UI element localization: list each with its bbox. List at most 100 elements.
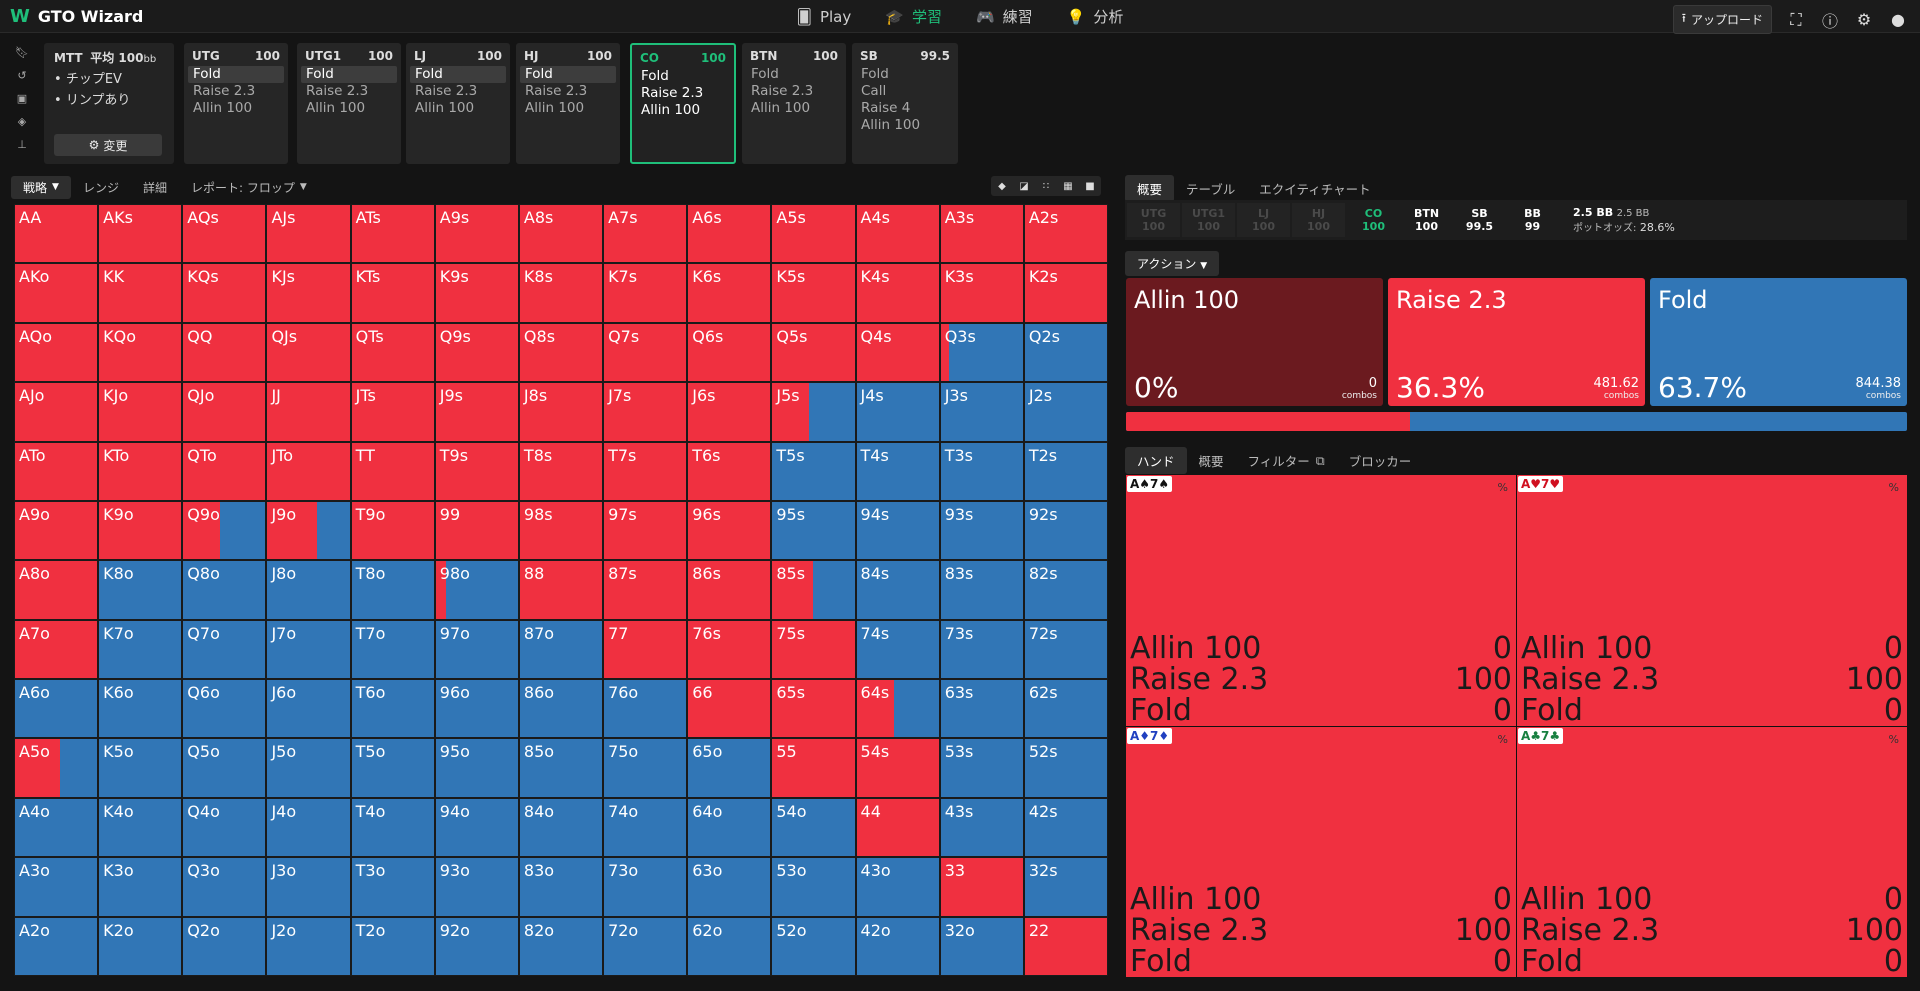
hand-cell[interactable]: 55 (771, 738, 856, 798)
hand-cell[interactable]: J8s (518, 382, 604, 442)
position-card-hj[interactable]: HJ 100 Fold Raise 2.3 Allin 100 (516, 43, 620, 164)
position-action[interactable]: Allin 100 (297, 100, 401, 117)
hand-cell[interactable]: K5o (98, 738, 183, 798)
hand-cell[interactable]: KTs (350, 263, 435, 323)
hand-cell[interactable]: AJo (14, 382, 99, 442)
hand-cell[interactable]: Q7s (603, 322, 688, 383)
position-card-lj[interactable]: LJ 100 Fold Raise 2.3 Allin 100 (406, 43, 510, 164)
hand-cell[interactable]: 98o (434, 560, 519, 620)
hand-cell[interactable]: 72o (603, 916, 688, 976)
hand-cell[interactable]: J7o (266, 619, 351, 680)
position-action[interactable]: Raise 2.3 (184, 83, 288, 100)
change-button[interactable]: ⚙ 変更 (54, 134, 162, 156)
hand-cell[interactable]: J5s (771, 382, 856, 442)
hand-cell[interactable]: 83s (939, 560, 1024, 620)
hand-cell[interactable]: A2s (1023, 204, 1108, 264)
hand-cell[interactable]: Q3s (939, 322, 1024, 383)
hand-cell[interactable]: TT (350, 441, 435, 501)
hand-cell[interactable]: 99 (434, 500, 519, 561)
hand-cell[interactable]: Q6o (182, 679, 267, 739)
hand-cell[interactable]: 74s (855, 619, 940, 680)
hand-cell[interactable]: 22 (1023, 916, 1108, 976)
hand-cell[interactable]: KK (98, 263, 183, 323)
hand-cell[interactable]: 62o (687, 916, 772, 976)
hand-cell[interactable]: A3o (14, 857, 99, 917)
hand-cell[interactable]: Q6s (687, 322, 772, 383)
hand-cell[interactable]: JJ (266, 382, 351, 442)
hand-cell[interactable]: 93o (434, 857, 519, 917)
position-action[interactable]: Allin 100 (632, 102, 734, 119)
position-action[interactable]: Allin 100 (406, 100, 510, 117)
app-logo[interactable]: W GTO Wizard (10, 6, 143, 27)
bookmark-icon[interactable]: 🔖︎ (15, 46, 29, 63)
tab-hand-overview[interactable]: 概要 (1187, 447, 1236, 474)
position-action[interactable]: Fold (852, 66, 958, 83)
hand-cell[interactable]: 86o (518, 679, 604, 739)
hand-cell[interactable]: T6s (687, 441, 772, 501)
hand-cell[interactable]: ATs (350, 204, 435, 264)
hand-cell[interactable]: AKo (14, 263, 99, 323)
account-icon[interactable]: ● (1888, 10, 1908, 30)
hand-cell[interactable]: J7s (603, 382, 688, 442)
tab-table[interactable]: テーブル (1174, 175, 1247, 202)
action-dropdown[interactable]: アクション ▼ (1125, 251, 1220, 276)
position-action[interactable]: Raise 2.3 (406, 83, 510, 100)
single-view-icon[interactable]: ■ (1079, 176, 1101, 196)
hand-cell[interactable]: KTo (98, 441, 183, 501)
hand-cell[interactable]: J4s (855, 382, 940, 442)
hand-cell[interactable]: Q3o (182, 857, 267, 917)
hand-cell[interactable]: 92s (1023, 500, 1108, 561)
hand-cell[interactable]: QTs (350, 322, 435, 383)
hand-cell[interactable]: QTo (182, 441, 267, 501)
hand-cell[interactable]: A4s (855, 204, 940, 264)
hand-cell[interactable]: K8s (518, 263, 604, 323)
nav-item-0[interactable]: 🂠 Play (797, 0, 852, 33)
hand-cell[interactable]: 85o (518, 738, 604, 798)
action-box-2[interactable]: Fold 63.7% 844.38 combos (1650, 278, 1907, 406)
hand-cell[interactable]: Q8o (182, 560, 267, 620)
hand-cell[interactable]: Q9s (434, 322, 519, 383)
hand-cell[interactable]: 73s (939, 619, 1024, 680)
hand-cell[interactable]: K4s (855, 263, 940, 323)
hand-cell[interactable]: Q4o (182, 797, 267, 858)
hand-cell[interactable]: 52o (771, 916, 856, 976)
hand-cell[interactable]: T4s (855, 441, 940, 501)
hand-cell[interactable]: 54s (855, 738, 940, 798)
hand-cell[interactable]: KJo (98, 382, 183, 442)
hand-cell[interactable]: A5s (771, 204, 856, 264)
hand-cell[interactable]: A2o (14, 916, 99, 976)
position-action[interactable]: Raise 2.3 (742, 83, 846, 100)
small-grid-icon[interactable]: ∷ (1035, 176, 1057, 196)
hand-cell[interactable]: KJs (266, 263, 351, 323)
hand-cell[interactable]: A7o (14, 619, 99, 680)
hand-cell[interactable]: 96s (687, 500, 772, 561)
hand-cell[interactable]: T3s (939, 441, 1024, 501)
hand-cell[interactable]: A7s (603, 204, 688, 264)
hand-cell[interactable]: A9o (14, 500, 99, 561)
tab-filter[interactable]: フィルター ⧉ (1236, 447, 1337, 474)
position-action[interactable]: Allin 100 (516, 100, 620, 117)
screenshot-icon[interactable]: ⛶ (1786, 10, 1806, 30)
hand-cell[interactable]: AQs (182, 204, 267, 264)
position-card-co[interactable]: CO 100 Fold Raise 2.3 Allin 100 (630, 43, 736, 164)
hand-cell[interactable]: T7s (603, 441, 688, 501)
hand-cell[interactable]: JTs (350, 382, 435, 442)
hand-cell[interactable]: A3s (939, 204, 1024, 264)
hand-cell[interactable]: AKs (98, 204, 183, 264)
hand-cell[interactable]: AJs (266, 204, 351, 264)
hand-cell[interactable]: 64o (687, 797, 772, 858)
position-card-utg[interactable]: UTG 100 Fold Raise 2.3 Allin 100 (184, 43, 288, 164)
hand-cell[interactable]: Q4s (855, 322, 940, 383)
hand-cell[interactable]: 75o (603, 738, 688, 798)
gamepad-icon[interactable]: ◈ (18, 115, 26, 132)
hand-cell[interactable]: K9s (434, 263, 519, 323)
hand-combo-card[interactable]: A♦7♦% Allin 100 0 Raise 2.3 100 Fold 0 (1126, 726, 1516, 977)
hand-cell[interactable]: 44 (855, 797, 940, 858)
hand-cell[interactable]: T4o (350, 797, 435, 858)
hand-cell[interactable]: 94s (855, 500, 940, 561)
hand-cell[interactable]: 43o (855, 857, 940, 917)
hand-cell[interactable]: 95s (771, 500, 856, 561)
hand-cell[interactable]: 87o (518, 619, 604, 680)
hand-cell[interactable]: 76s (687, 619, 772, 680)
hand-cell[interactable]: K6s (687, 263, 772, 323)
